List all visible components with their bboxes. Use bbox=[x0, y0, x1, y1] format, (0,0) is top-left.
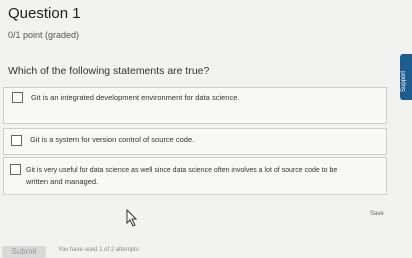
option-3[interactable]: Git is very useful for data science as w… bbox=[3, 157, 387, 195]
option-2-checkbox[interactable] bbox=[11, 135, 22, 146]
support-tab[interactable]: Support bbox=[400, 54, 412, 100]
option-1-label: Git is an integrated development environ… bbox=[31, 93, 240, 102]
option-3-label-line2: written and managed. bbox=[26, 177, 99, 186]
submit-button[interactable]: Submit bbox=[2, 246, 46, 258]
question-prompt: Which of the following statements are tr… bbox=[8, 65, 210, 77]
option-3-checkbox[interactable] bbox=[10, 164, 21, 175]
mouse-cursor-icon bbox=[126, 209, 138, 227]
save-button[interactable]: Save bbox=[370, 211, 384, 217]
points-status: 0/1 point (graded) bbox=[8, 30, 80, 40]
attempts-status: You have used 1 of 2 attempts bbox=[58, 247, 139, 253]
option-2-label: Git is a system for version control of s… bbox=[30, 135, 195, 144]
option-3-label: Git is very useful for data science as w… bbox=[26, 167, 338, 174]
option-2[interactable]: Git is a system for version control of s… bbox=[3, 128, 387, 155]
support-tab-label: Support bbox=[401, 70, 407, 92]
option-1-checkbox[interactable] bbox=[12, 92, 23, 103]
question-title: Question 1 bbox=[8, 5, 81, 22]
option-1[interactable]: Git is an integrated development environ… bbox=[3, 87, 387, 124]
